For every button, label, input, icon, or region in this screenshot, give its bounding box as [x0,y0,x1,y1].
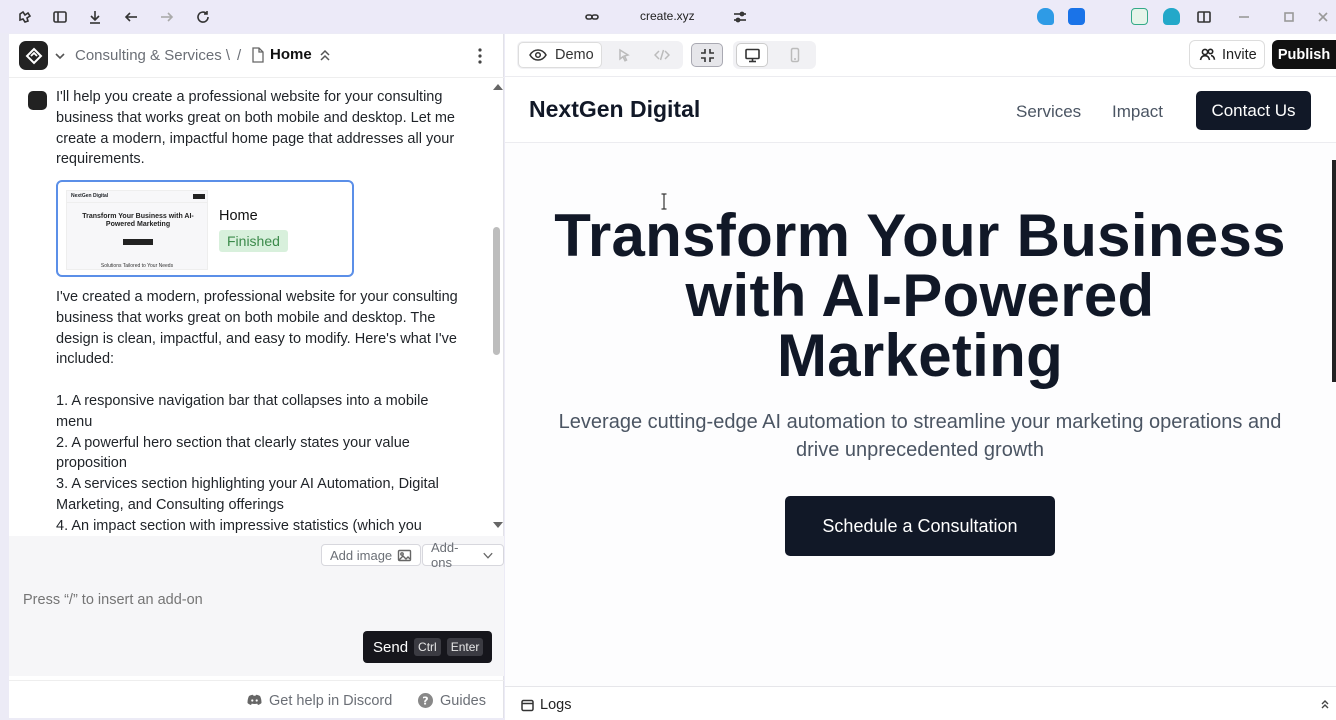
page-thumbnail: NextGen Digital Transform Your Business … [66,190,208,270]
expand-logs-icon[interactable] [1320,699,1330,709]
scroll-down-arrow-icon[interactable] [493,522,503,528]
breadcrumb-current-page[interactable]: Home [270,46,312,63]
cloud-extension-icon[interactable] [1037,8,1054,25]
chat-footer: Get help in Discord ? Guides [9,680,504,718]
addons-dropdown[interactable]: Add-ons [422,540,504,570]
summary-item: 4. An impact section with impressive sta… [56,517,422,534]
restore-icon[interactable] [1280,8,1298,26]
thumbnail-button [123,239,153,245]
assistant-avatar-icon [28,91,47,110]
mobile-view-icon[interactable] [784,44,806,66]
minimize-arrows-icon [700,48,714,62]
nav-link-services[interactable]: Services [1016,102,1081,122]
thumbnail-footer-text: Solutions Tailored to Your Needs [100,263,174,269]
schedule-consultation-button[interactable]: Schedule a Consultation [785,496,1055,556]
chat-panel: Consulting & Services \ / Home I'll help… [9,34,504,718]
image-icon [397,549,412,561]
chevron-down-icon[interactable] [54,51,66,61]
site-navbar: NextGen Digital Services Impact Contact … [505,78,1336,143]
hero-subtitle: Leverage cutting-edge AI automation to s… [558,411,1282,461]
collapse-view-button[interactable] [691,43,723,67]
svg-text:?: ? [422,695,428,708]
logs-window-icon [521,699,534,711]
thumbnail-nav: NextGen Digital [67,191,207,203]
composer: Add image Add-ons Send Ctrl Enter [9,536,504,676]
logs-button[interactable]: Logs [521,697,571,713]
invite-button[interactable]: Invite [1189,40,1265,69]
page-card-home[interactable]: NextGen Digital Transform Your Business … [56,180,354,277]
discord-icon [247,694,262,705]
split-view-icon[interactable] [1195,8,1213,26]
preview-panel: Demo Invite Publish NextGen Digital Serv… [505,34,1336,720]
extension-puzzle-icon[interactable] [16,8,34,26]
demo-button[interactable]: Demo [518,42,602,68]
status-badge: Finished [219,230,288,252]
chat-header: Consulting & Services \ / Home [9,34,504,78]
summary-item: 1. A responsive navigation bar that coll… [56,392,429,430]
site-settings-icon[interactable] [731,8,749,26]
desktop-view-button[interactable] [736,43,768,67]
text-cursor-icon [661,193,667,210]
guides-link[interactable]: ? Guides [417,692,486,709]
monitor-icon [744,48,760,62]
contact-us-button[interactable]: Contact Us [1196,91,1311,130]
users-icon [1199,48,1216,61]
download-icon[interactable] [86,8,104,26]
blue-extension-icon[interactable] [1068,8,1085,25]
chevrons-up-icon[interactable] [319,48,331,62]
preview-edge-handle[interactable] [1332,160,1336,382]
reload-icon[interactable] [194,8,212,26]
green-extension-icon[interactable] [1131,8,1148,25]
site-brand[interactable]: NextGen Digital [529,96,700,123]
scroll-up-arrow-icon[interactable] [493,84,503,90]
forward-icon[interactable] [158,8,176,26]
summary-intro: I've created a modern, professional webs… [56,289,458,368]
back-icon[interactable] [122,8,140,26]
thumbnail-title: Transform Your Business with AI-Powered … [82,213,194,228]
discord-help-link[interactable]: Get help in Discord [246,692,392,709]
site-preview[interactable]: NextGen Digital Services Impact Contact … [505,78,1336,687]
ghost-extension-icon[interactable] [1163,8,1180,25]
summary-item: 3. A services section highlighting your … [56,476,439,513]
chat-input[interactable] [23,592,483,608]
publish-button[interactable]: Publish [1272,40,1336,69]
send-button[interactable]: Send Ctrl Enter [363,631,492,663]
chevron-down-icon [483,552,493,559]
browser-chrome: create.xyz [0,0,1336,33]
page-card-title: Home [219,208,258,224]
assistant-message-intro: I'll help you create a professional webs… [56,89,455,168]
add-image-button[interactable]: Add image [321,544,422,566]
more-options-icon[interactable] [472,46,488,66]
hero-title: Transform Your Business with AI-Powered … [554,202,1286,389]
preview-footer: Logs [505,686,1336,720]
help-circle-icon: ? [418,693,433,708]
close-window-icon[interactable] [1314,8,1332,26]
breadcrumb-project[interactable]: Consulting & Services \ [75,47,230,64]
app-logo-icon[interactable] [19,41,48,70]
select-element-icon[interactable] [613,44,635,66]
summary-item: 2. A powerful hero section that clearly … [56,434,410,472]
breadcrumb-separator: / [237,47,242,64]
page-file-icon [252,47,264,63]
address-bar-url[interactable]: create.xyz [640,9,695,23]
chat-messages[interactable]: I'll help you create a professional webs… [9,79,504,535]
link-icon[interactable] [583,8,601,26]
minimize-icon[interactable] [1235,8,1253,26]
sidebar-toggle-icon[interactable] [51,8,69,26]
kbd-ctrl: Ctrl [414,638,441,656]
assistant-message-summary: I've created a modern, professional webs… [56,287,466,535]
eye-icon [529,49,547,61]
nav-link-impact[interactable]: Impact [1112,102,1163,122]
chat-scrollbar[interactable] [493,227,500,355]
code-view-icon[interactable] [651,44,673,66]
preview-toolbar: Demo Invite Publish [505,34,1336,77]
kbd-enter: Enter [446,638,484,656]
